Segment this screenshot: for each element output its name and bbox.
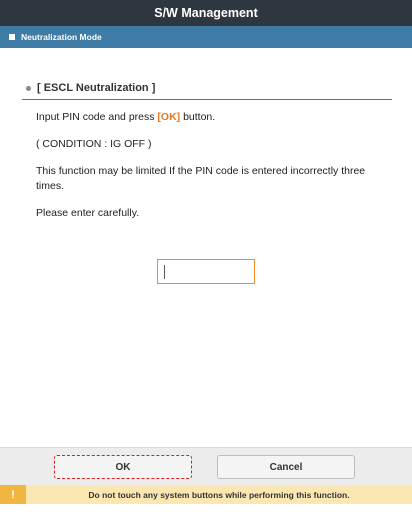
ok-keyword: [OK] [157,111,181,123]
mode-bar: Neutralization Mode [0,26,412,48]
instructions: Input PIN code and press [OK] button. ( … [36,110,376,233]
warning-bar: ! Do not touch any system buttons while … [0,485,412,504]
button-bar: OK Cancel [0,447,412,485]
warning-text: Do not touch any system buttons while pe… [88,489,350,500]
condition-text: ( CONDITION : IG OFF ) [36,138,152,150]
instruction-text-after: button. [180,111,216,123]
square-bullet-icon [9,34,15,40]
warning-icon: ! [0,485,26,504]
text-cursor [164,265,165,279]
careful-text: Please enter carefully. [36,207,140,219]
instruction-text-before: Input PIN code and press [36,111,158,123]
mode-label: Neutralization Mode [21,32,102,42]
cancel-button[interactable]: Cancel [217,455,355,479]
section-header: [ ESCL Neutralization ] [22,77,392,100]
pin-input[interactable] [157,259,255,284]
section-title: [ ESCL Neutralization ] [37,82,156,94]
ok-button[interactable]: OK [54,455,192,479]
bullet-dot-icon [26,85,31,91]
app-title-bar: S/W Management [0,0,412,26]
instruction-line: Input PIN code and press [OK] button. [36,110,376,125]
app-title: S/W Management [154,6,258,20]
limit-warning-text: This function may be limited If the PIN … [36,165,366,192]
